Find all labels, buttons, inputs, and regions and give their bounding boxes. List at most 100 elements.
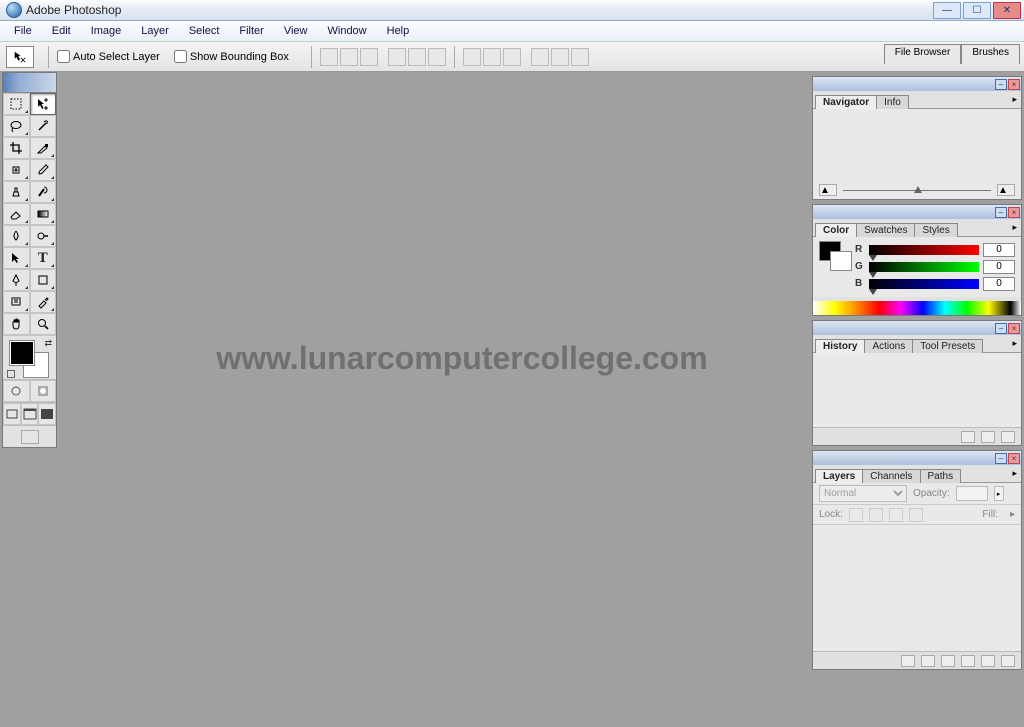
healing-brush-tool-icon[interactable] [3, 159, 30, 181]
crop-tool-icon[interactable] [3, 137, 30, 159]
notes-tool-icon[interactable] [3, 291, 30, 313]
show-bounding-box-checkbox[interactable]: Show Bounding Box [174, 50, 289, 63]
menu-select[interactable]: Select [179, 22, 230, 40]
magic-wand-tool-icon[interactable] [30, 115, 57, 137]
align-btn[interactable] [340, 48, 358, 66]
lock-all-icon[interactable] [909, 508, 923, 522]
zoom-in-icon[interactable]: ▲ [997, 184, 1015, 196]
marquee-tool-icon[interactable] [3, 93, 30, 115]
jump-to-imageready[interactable] [3, 425, 56, 447]
pen-tool-icon[interactable] [3, 269, 30, 291]
type-tool-icon[interactable]: T [30, 247, 57, 269]
align-btn[interactable] [360, 48, 378, 66]
new-document-from-state-icon[interactable] [961, 431, 975, 443]
menu-layer[interactable]: Layer [131, 22, 179, 40]
zoom-slider[interactable] [843, 190, 991, 191]
history-brush-tool-icon[interactable] [30, 181, 57, 203]
gradient-tool-icon[interactable] [30, 203, 57, 225]
lasso-tool-icon[interactable] [3, 115, 30, 137]
tab-navigator[interactable]: Navigator [815, 95, 877, 109]
dist-btn[interactable] [483, 48, 501, 66]
dist-btn[interactable] [503, 48, 521, 66]
tab-layers[interactable]: Layers [815, 469, 863, 483]
eraser-tool-icon[interactable] [3, 203, 30, 225]
panel-menu-icon[interactable]: ▸ [1012, 94, 1017, 105]
panel-close-button[interactable]: × [1008, 207, 1020, 218]
blend-mode-select[interactable]: Normal [819, 485, 907, 502]
quickmask-mode-icon[interactable] [30, 380, 57, 402]
new-snapshot-icon[interactable] [981, 431, 995, 443]
default-colors-icon[interactable] [7, 370, 15, 378]
panel-menu-icon[interactable]: ▸ [1012, 338, 1017, 349]
menu-view[interactable]: View [274, 22, 318, 40]
tab-swatches[interactable]: Swatches [856, 223, 915, 237]
menu-file[interactable]: File [4, 22, 42, 40]
channel-slider[interactable] [869, 262, 979, 272]
menu-image[interactable]: Image [81, 22, 132, 40]
close-button[interactable]: ✕ [993, 2, 1021, 19]
layer-mask-icon[interactable] [921, 655, 935, 667]
delete-layer-icon[interactable] [1001, 655, 1015, 667]
foreground-color-swatch[interactable] [9, 340, 35, 366]
align-btn[interactable] [320, 48, 338, 66]
auto-select-layer-checkbox[interactable]: Auto Select Layer [57, 50, 160, 63]
toolbox-header[interactable] [3, 73, 56, 93]
menu-filter[interactable]: Filter [229, 22, 273, 40]
color-spectrum[interactable] [813, 301, 1021, 315]
menu-edit[interactable]: Edit [42, 22, 81, 40]
tab-history[interactable]: History [815, 339, 865, 353]
zoom-tool-icon[interactable] [30, 313, 57, 335]
channel-value[interactable]: 0 [983, 277, 1015, 291]
tab-tool-presets[interactable]: Tool Presets [912, 339, 983, 353]
panel-close-button[interactable]: × [1008, 453, 1020, 464]
eyedropper-tool-icon[interactable] [30, 291, 57, 313]
channel-value[interactable]: 0 [983, 260, 1015, 274]
menu-help[interactable]: Help [377, 22, 420, 40]
tab-styles[interactable]: Styles [914, 223, 957, 237]
menu-window[interactable]: Window [318, 22, 377, 40]
panel-close-button[interactable]: × [1008, 323, 1020, 334]
new-set-icon[interactable] [941, 655, 955, 667]
panel-minimize-button[interactable]: – [995, 79, 1007, 90]
maximize-button[interactable]: ☐ [963, 2, 991, 19]
opacity-stepper[interactable]: ▸ [994, 486, 1004, 501]
path-select-tool-icon[interactable] [3, 247, 30, 269]
zoom-out-icon[interactable]: ▲ [819, 184, 837, 196]
panel-close-button[interactable]: × [1008, 79, 1020, 90]
dist-btn[interactable] [531, 48, 549, 66]
dist-btn[interactable] [551, 48, 569, 66]
lock-pixels-icon[interactable] [869, 508, 883, 522]
current-tool-icon[interactable] [6, 46, 34, 68]
delete-icon[interactable] [1001, 431, 1015, 443]
standard-mode-icon[interactable] [3, 380, 30, 402]
panel-minimize-button[interactable]: – [995, 323, 1007, 334]
lock-transparency-icon[interactable] [849, 508, 863, 522]
swap-colors-icon[interactable]: ⇄ [44, 338, 52, 349]
tab-channels[interactable]: Channels [862, 469, 920, 483]
align-btn[interactable] [408, 48, 426, 66]
align-btn[interactable] [388, 48, 406, 66]
screen-mode-standard-icon[interactable] [3, 403, 21, 425]
dist-btn[interactable] [463, 48, 481, 66]
tab-brushes[interactable]: Brushes [961, 44, 1020, 64]
fill-stepper[interactable]: ▸ [1010, 509, 1015, 520]
clone-stamp-tool-icon[interactable] [3, 181, 30, 203]
minimize-button[interactable]: — [933, 2, 961, 19]
dodge-tool-icon[interactable] [30, 225, 57, 247]
channel-value[interactable]: 0 [983, 243, 1015, 257]
color-swatches[interactable]: ⇄ [3, 335, 56, 379]
channel-slider[interactable] [869, 279, 979, 289]
panel-menu-icon[interactable]: ▸ [1012, 468, 1017, 479]
tab-info[interactable]: Info [876, 95, 909, 109]
hand-tool-icon[interactable] [3, 313, 30, 335]
screen-mode-full-icon[interactable] [38, 403, 56, 425]
opacity-field[interactable] [956, 486, 988, 501]
bg-swatch[interactable] [830, 251, 852, 271]
screen-mode-full-menubar-icon[interactable] [21, 403, 39, 425]
tab-color[interactable]: Color [815, 223, 857, 237]
layers-list[interactable] [813, 525, 1021, 651]
panel-menu-icon[interactable]: ▸ [1012, 222, 1017, 233]
panel-minimize-button[interactable]: – [995, 207, 1007, 218]
panel-minimize-button[interactable]: – [995, 453, 1007, 464]
adjustment-layer-icon[interactable] [961, 655, 975, 667]
